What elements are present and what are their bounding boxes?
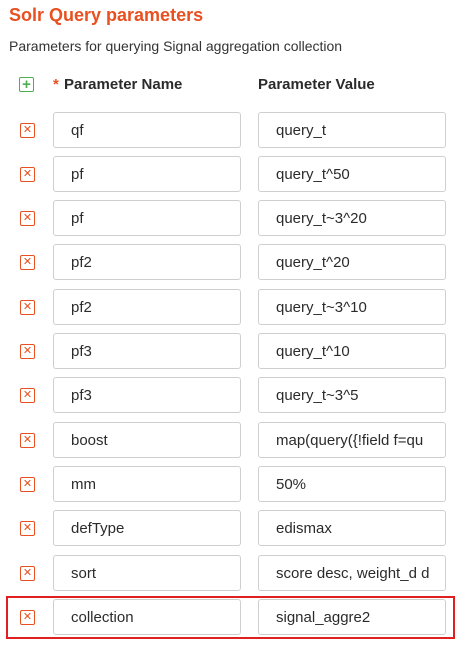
parameter-row: ✕ pf3 query_t~3^5 — [0, 377, 467, 413]
delete-parameter-button[interactable]: ✕ — [20, 433, 35, 448]
parameter-name-input[interactable]: pf3 — [53, 377, 241, 413]
parameter-value-input[interactable]: 50% — [258, 466, 446, 502]
parameter-value-header: Parameter Value — [258, 76, 375, 93]
close-icon: ✕ — [22, 478, 33, 490]
parameter-name-input[interactable]: pf2 — [53, 244, 241, 280]
parameter-row: ✕ pf2 query_t~3^10 — [0, 289, 467, 325]
delete-parameter-button[interactable]: ✕ — [20, 255, 35, 270]
close-icon: ✕ — [22, 345, 33, 357]
parameter-name-input[interactable]: pf — [53, 200, 241, 236]
close-icon: ✕ — [22, 567, 33, 579]
parameter-row: ✕ pf query_t~3^20 — [0, 200, 467, 236]
close-icon: ✕ — [22, 389, 33, 401]
parameter-name-input[interactable]: mm — [53, 466, 241, 502]
close-icon: ✕ — [22, 301, 33, 313]
parameter-name-input[interactable]: sort — [53, 555, 241, 591]
delete-parameter-button[interactable]: ✕ — [20, 300, 35, 315]
close-icon: ✕ — [22, 124, 33, 136]
parameter-name-input[interactable]: pf — [53, 156, 241, 192]
parameter-row: ✕ qf query_t — [0, 112, 467, 148]
parameter-row: ✕ pf2 query_t^20 — [0, 244, 467, 280]
delete-parameter-button[interactable]: ✕ — [20, 477, 35, 492]
parameter-row: ✕ boost map(query({!field f=qu — [0, 422, 467, 458]
close-icon: ✕ — [22, 256, 33, 268]
close-icon: ✕ — [22, 434, 33, 446]
parameter-name-input[interactable]: pf3 — [53, 333, 241, 369]
add-parameter-button[interactable]: + — [19, 77, 34, 92]
parameter-value-input[interactable]: query_t~3^5 — [258, 377, 446, 413]
parameter-value-input[interactable]: score desc, weight_d d — [258, 555, 446, 591]
close-icon: ✕ — [22, 212, 33, 224]
parameter-value-input[interactable]: query_t~3^20 — [258, 200, 446, 236]
section-title: Solr Query parameters — [9, 5, 204, 25]
parameter-value-input[interactable]: edismax — [258, 510, 446, 546]
parameter-value-input[interactable]: query_t — [258, 112, 446, 148]
delete-parameter-button[interactable]: ✕ — [20, 167, 35, 182]
parameter-row: ✕ pf query_t^50 — [0, 156, 467, 192]
parameter-row: ✕ sort score desc, weight_d d — [0, 555, 467, 591]
section-description: Parameters for querying Signal aggregati… — [9, 38, 343, 54]
delete-parameter-button[interactable]: ✕ — [20, 521, 35, 536]
parameter-value-input[interactable]: query_t^20 — [258, 244, 446, 280]
parameter-row: ✕ defType edismax — [0, 510, 467, 546]
parameter-name-header: Parameter Name — [64, 76, 183, 93]
close-icon: ✕ — [22, 168, 33, 180]
plus-icon: + — [22, 76, 31, 93]
required-mark: * — [53, 76, 59, 93]
parameter-value-input[interactable]: query_t~3^10 — [258, 289, 446, 325]
delete-parameter-button[interactable]: ✕ — [20, 566, 35, 581]
parameter-row: ✕ pf3 query_t^10 — [0, 333, 467, 369]
close-icon: ✕ — [22, 522, 33, 534]
parameter-name-input[interactable]: defType — [53, 510, 241, 546]
parameter-value-input[interactable]: map(query({!field f=qu — [258, 422, 446, 458]
parameter-name-input[interactable]: qf — [53, 112, 241, 148]
parameter-row: ✕ mm 50% — [0, 466, 467, 502]
parameter-value-input[interactable]: query_t^50 — [258, 156, 446, 192]
delete-parameter-button[interactable]: ✕ — [20, 123, 35, 138]
parameter-name-input[interactable]: pf2 — [53, 289, 241, 325]
highlight-box — [6, 596, 455, 639]
delete-parameter-button[interactable]: ✕ — [20, 211, 35, 226]
parameter-value-input[interactable]: query_t^10 — [258, 333, 446, 369]
parameter-name-input[interactable]: boost — [53, 422, 241, 458]
delete-parameter-button[interactable]: ✕ — [20, 388, 35, 403]
delete-parameter-button[interactable]: ✕ — [20, 344, 35, 359]
